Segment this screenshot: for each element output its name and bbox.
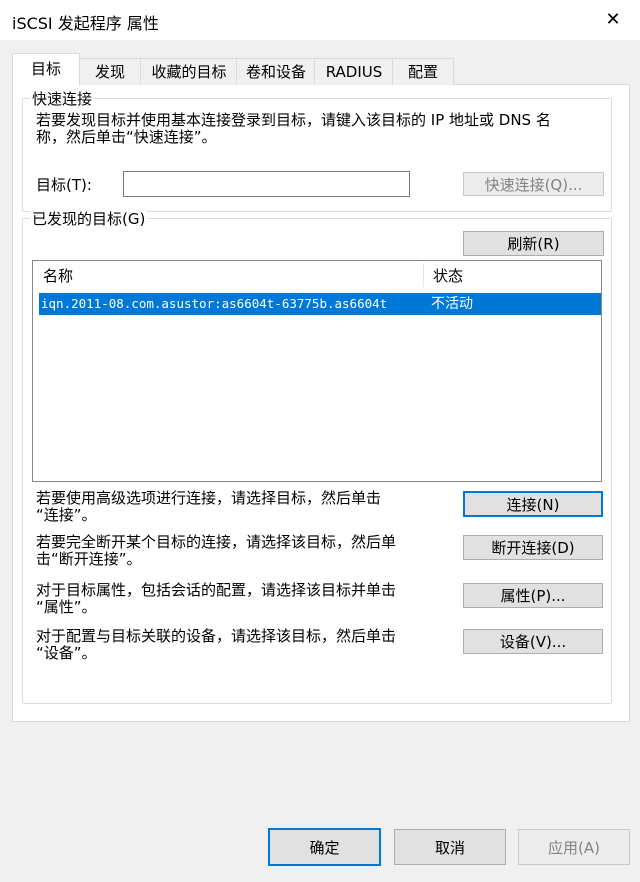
quick-connect-label: 快速连接	[30, 88, 95, 109]
table-row[interactable]: iqn.2011-08.com.asustor:as6604t-63775b.a…	[39, 293, 601, 315]
tab-favorite-targets[interactable]: 收藏的目标	[140, 58, 238, 85]
column-header-name[interactable]: 名称	[33, 261, 423, 289]
tab-configuration[interactable]: 配置	[392, 58, 454, 85]
devices-button[interactable]: 设备(V)...	[463, 629, 603, 654]
quick-connect-description: 若要发现目标并使用基本连接登录到目标，请键入该目标的 IP 地址或 DNS 名 …	[36, 111, 551, 146]
target-label: 目标(T):	[36, 176, 92, 194]
target-input[interactable]	[123, 171, 410, 197]
tab-targets[interactable]: 目标	[12, 53, 80, 86]
disconnect-description: 若要完全断开某个目标的连接，请选择该目标，然后单 击“断开连接”。	[36, 533, 397, 568]
properties-button[interactable]: 属性(P)...	[463, 583, 603, 608]
cancel-button[interactable]: 取消	[394, 829, 506, 865]
targets-list[interactable]: 名称 状态 iqn.2011-08.com.asustor:as6604t-63…	[32, 260, 602, 482]
tab-volumes-devices[interactable]: 卷和设备	[236, 58, 316, 85]
quick-connect-button[interactable]: 快速连接(Q)...	[463, 172, 604, 196]
devices-description: 对于配置与目标关联的设备，请选择该目标，然后单击 “设备”。	[36, 627, 397, 662]
tab-radius[interactable]: RADIUS	[314, 58, 394, 85]
window-title: iSCSI 发起程序 属性	[12, 14, 159, 33]
disconnect-button[interactable]: 断开连接(D)	[463, 535, 603, 560]
refresh-button[interactable]: 刷新(R)	[463, 231, 604, 256]
apply-button[interactable]: 应用(A)	[518, 829, 630, 865]
properties-description: 对于目标属性，包括会话的配置，请选择该目标并单击 “属性”。	[36, 581, 397, 616]
column-header-status[interactable]: 状态	[423, 261, 601, 289]
target-status-cell: 不活动	[431, 296, 473, 312]
ok-button[interactable]: 确定	[268, 828, 381, 866]
list-header: 名称 状态	[33, 261, 601, 289]
connect-description: 若要使用高级选项进行连接，请选择目标，然后单击 “连接”。	[36, 489, 382, 524]
discovered-targets-label: 已发现的目标(G)	[30, 208, 148, 229]
connect-button[interactable]: 连接(N)	[463, 491, 603, 517]
target-name-cell: iqn.2011-08.com.asustor:as6604t-63775b.a…	[41, 296, 388, 311]
close-icon: ✕	[605, 8, 621, 30]
close-button[interactable]: ✕	[600, 6, 626, 32]
tab-discovery[interactable]: 发现	[78, 58, 142, 85]
